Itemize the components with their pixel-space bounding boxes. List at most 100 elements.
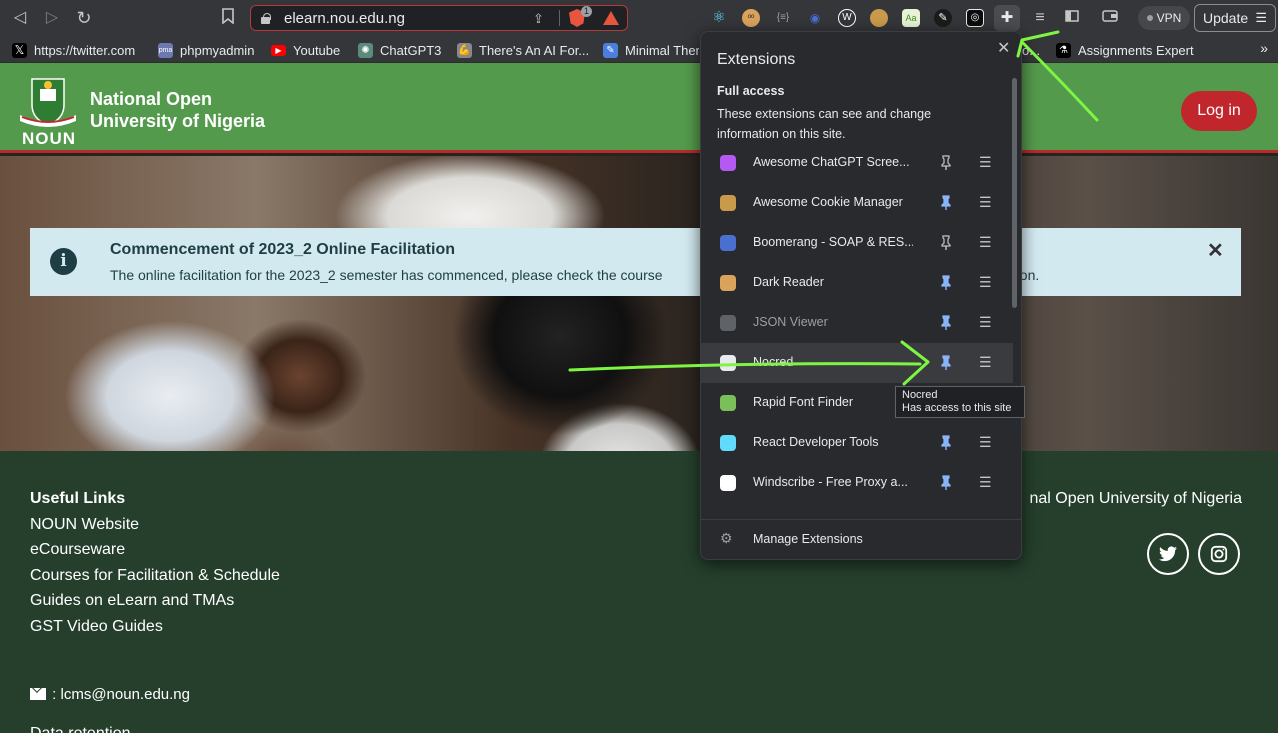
- more-options-icon[interactable]: ☰: [979, 353, 992, 371]
- bookmark-youtube[interactable]: ▶ Youtube: [271, 41, 340, 59]
- footer-email[interactable]: : lcms@noun.edu.ng: [30, 686, 190, 703]
- footer-link-courses-facilitation[interactable]: Courses for Facilitation & Schedule: [30, 567, 280, 585]
- info-icon: i: [50, 248, 77, 275]
- react-icon[interactable]: ⚛: [710, 9, 728, 27]
- extension-row[interactable]: Nocred ☰: [701, 343, 1013, 383]
- windscribe-icon[interactable]: W: [838, 9, 856, 27]
- pin-icon[interactable]: [938, 275, 954, 291]
- site-brand[interactable]: National Open University of Nigeria: [90, 88, 265, 132]
- footer-link-noun-website[interactable]: NOUN Website: [30, 516, 139, 534]
- footer-link-gst-videos[interactable]: GST Video Guides: [30, 618, 163, 636]
- pin-icon[interactable]: [938, 155, 954, 171]
- bookmark-ai-for[interactable]: 💪 There's An AI For...: [457, 41, 589, 59]
- url-text[interactable]: elearn.nou.edu.ng: [284, 10, 405, 27]
- share-icon[interactable]: ⇪: [533, 11, 544, 27]
- divider: [701, 519, 1021, 520]
- extension-row[interactable]: Boomerang - SOAP & RES... ☰: [701, 223, 1013, 263]
- boomerang-icon: [720, 235, 736, 251]
- back-icon[interactable]: ◁: [10, 8, 30, 28]
- pin-icon[interactable]: [938, 475, 954, 491]
- close-icon[interactable]: ✕: [997, 38, 1010, 58]
- useful-links-heading: Useful Links: [30, 490, 126, 507]
- extension-row[interactable]: React Developer Tools ☰: [701, 423, 1013, 463]
- feather-icon: ✎: [603, 42, 618, 58]
- nocred-icon[interactable]: ◎: [966, 9, 984, 27]
- nocred-icon: [720, 355, 736, 371]
- bookmark-label: Minimal Ther: [625, 42, 699, 58]
- pin-icon[interactable]: [938, 235, 954, 251]
- vpn-button[interactable]: VPN: [1138, 6, 1190, 30]
- pin-icon[interactable]: [938, 435, 954, 451]
- footer-data-retention[interactable]: Data retention: [30, 725, 131, 733]
- bookmark-label: o...: [1022, 42, 1041, 58]
- bookmark-label: https://twitter.com: [34, 42, 136, 58]
- tooltip-title: Nocred: [902, 389, 938, 401]
- cookie-icon[interactable]: [870, 9, 888, 27]
- bookmark-phpmyadmin[interactable]: pma phpmyadmin: [158, 41, 254, 59]
- json-viewer-icon[interactable]: {≡}: [774, 9, 792, 27]
- bookmark-truncated[interactable]: o...: [1022, 41, 1040, 59]
- extension-row[interactable]: Awesome ChatGPT Scree... ☰: [701, 143, 1013, 183]
- extension-row[interactable]: Dark Reader ☰: [701, 263, 1013, 303]
- twitter-icon[interactable]: [1147, 533, 1189, 575]
- manage-extensions-button[interactable]: ⚙ Manage Extensions: [701, 522, 1013, 556]
- pin-icon[interactable]: [938, 355, 954, 371]
- reload-icon[interactable]: ↻: [74, 8, 94, 28]
- boomerang-icon[interactable]: ◉: [806, 9, 824, 27]
- browser-toolbar: ◁ ▷ ↻ elearn.nou.edu.ng ⇪ 1 ⚛ ºº {≡} ◉ W…: [0, 0, 1278, 36]
- microscope-icon: ⚗: [1056, 42, 1071, 58]
- brave-rewards-icon[interactable]: [603, 11, 619, 25]
- dark-reader-icon[interactable]: ºº: [742, 9, 760, 27]
- more-options-icon[interactable]: ☰: [979, 193, 992, 211]
- playlist-icon[interactable]: ≡: [1030, 8, 1050, 28]
- more-options-icon[interactable]: ☰: [979, 233, 992, 251]
- bookmark-assignments-expert[interactable]: ⚗ Assignments Expert: [1056, 41, 1194, 59]
- instagram-icon[interactable]: [1198, 533, 1240, 575]
- footer-link-guides[interactable]: Guides on eLearn and TMAs: [30, 592, 234, 610]
- font-finder-icon[interactable]: Aa: [902, 9, 920, 27]
- nocred-tooltip: Nocred Has access to this site: [895, 386, 1025, 418]
- extension-row[interactable]: Awesome Cookie Manager ☰: [701, 183, 1013, 223]
- extension-name: Awesome Cookie Manager: [753, 195, 903, 209]
- extension-name: Awesome ChatGPT Scree...: [753, 155, 910, 169]
- noun-crest-logo[interactable]: [18, 75, 78, 131]
- alert-title: Commencement of 2023_2 Online Facilitati…: [110, 241, 455, 258]
- dark-reader-icon: [720, 275, 736, 291]
- footer-link-ecourseware[interactable]: eCourseware: [30, 541, 125, 559]
- wallet-icon[interactable]: [1100, 8, 1120, 28]
- site-footer: Useful Links NOUN Website eCourseware Co…: [0, 451, 1278, 733]
- sidebar-icon[interactable]: [1062, 8, 1082, 28]
- more-options-icon[interactable]: ☰: [979, 473, 992, 491]
- pen-icon[interactable]: ✎: [934, 9, 952, 27]
- address-bar[interactable]: elearn.nou.edu.ng ⇪ 1: [250, 5, 628, 31]
- pin-icon[interactable]: [938, 315, 954, 331]
- forward-icon[interactable]: ▷: [42, 8, 62, 28]
- more-options-icon[interactable]: ☰: [979, 313, 992, 331]
- lock-icon[interactable]: [261, 12, 271, 24]
- extensions-puzzle-icon[interactable]: ✚: [994, 5, 1020, 31]
- bookmark-twitter[interactable]: 𝕏 https://twitter.com: [12, 41, 135, 59]
- bookmark-icon[interactable]: [218, 8, 238, 28]
- pin-icon[interactable]: [938, 195, 954, 211]
- update-label: Update: [1203, 10, 1249, 26]
- manage-extensions-label: Manage Extensions: [753, 532, 863, 546]
- alert-close-icon[interactable]: ✕: [1207, 238, 1224, 263]
- gear-icon: ⚙: [720, 530, 733, 546]
- bookmarks-overflow-icon[interactable]: »: [1260, 40, 1268, 56]
- react-icon: [720, 435, 736, 451]
- bookmark-label: Assignments Expert: [1078, 42, 1194, 58]
- more-options-icon[interactable]: ☰: [979, 273, 992, 291]
- popup-title: Extensions: [717, 51, 796, 68]
- update-button[interactable]: Update ☰: [1194, 4, 1276, 32]
- extension-row[interactable]: JSON Viewer ☰: [701, 303, 1013, 343]
- extension-name: Windscribe - Free Proxy a...: [753, 475, 908, 489]
- more-options-icon[interactable]: ☰: [979, 433, 992, 451]
- login-button[interactable]: Log in: [1181, 91, 1257, 131]
- font-finder-icon: [720, 395, 736, 411]
- brave-shields-count: 1: [581, 6, 593, 17]
- extension-row[interactable]: Windscribe - Free Proxy a... ☰: [701, 463, 1013, 503]
- more-options-icon[interactable]: ☰: [979, 153, 992, 171]
- windscribe-icon: [720, 475, 736, 491]
- bookmark-chatgpt[interactable]: ✺ ChatGPT3: [358, 41, 441, 59]
- bookmark-minimal-ther[interactable]: ✎ Minimal Ther: [603, 41, 699, 59]
